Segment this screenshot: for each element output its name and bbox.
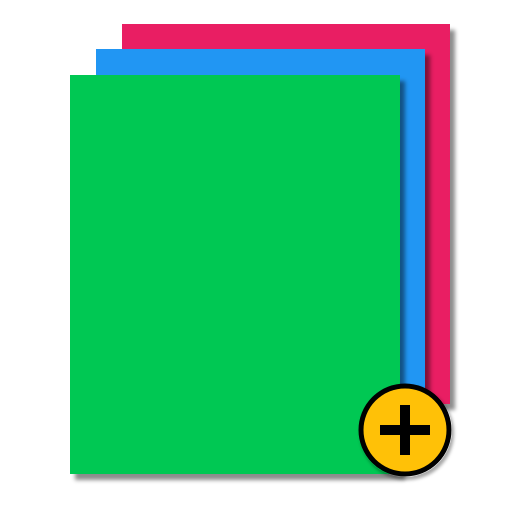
- add-button[interactable]: [358, 383, 452, 477]
- plus-icon: [358, 383, 452, 477]
- stacked-pages-add-icon: [0, 0, 512, 512]
- front-sheet: [70, 75, 400, 474]
